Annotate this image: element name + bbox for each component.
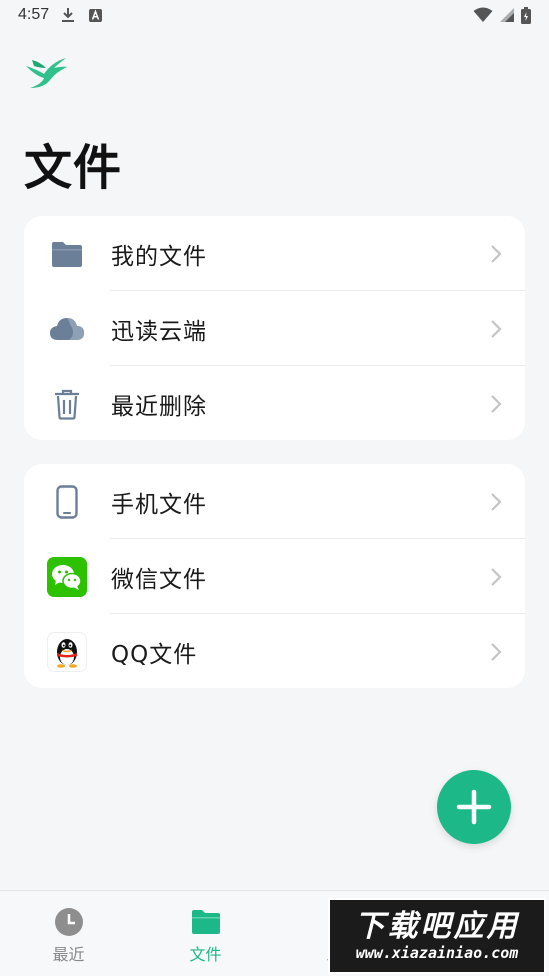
- list-item-phone-files[interactable]: 手机文件: [24, 464, 525, 539]
- list-item-label: 最近删除: [111, 393, 207, 420]
- notification-a-icon: [89, 8, 103, 22]
- watermark-url: www.xiazainiao.com: [355, 944, 519, 962]
- nav-item-label: 最近: [52, 945, 85, 964]
- chevron-right-icon: [491, 642, 502, 661]
- list-item-label: 我的文件: [111, 243, 207, 270]
- list-item-cloud[interactable]: 迅读云端: [24, 291, 525, 366]
- folder-icon: [191, 910, 220, 934]
- list-item-label: 手机文件: [111, 491, 207, 518]
- signal-icon: [500, 8, 514, 22]
- list-item-my-files[interactable]: 我的文件: [24, 216, 525, 291]
- watermark-title: 下载吧应用: [354, 909, 520, 944]
- trash-icon: [55, 389, 79, 420]
- list-item-label: QQ文件: [111, 641, 198, 668]
- files-card-sources: 手机文件 微信文件 QQ文件: [24, 464, 525, 688]
- list-item-label: 迅读云端: [111, 318, 207, 345]
- chevron-right-icon: [491, 319, 502, 338]
- app-logo-icon: [26, 58, 67, 88]
- chevron-right-icon: [491, 244, 502, 263]
- page-title: 文件: [24, 140, 123, 196]
- qq-icon: [47, 631, 87, 672]
- list-item-wechat-files[interactable]: 微信文件: [24, 539, 525, 614]
- clock-icon: [54, 908, 83, 936]
- wifi-icon: [473, 7, 493, 22]
- chevron-right-icon: [491, 567, 502, 586]
- nav-item-recent[interactable]: 最近: [0, 891, 137, 976]
- files-card-primary: 我的文件 迅读云端 最近删除: [24, 216, 525, 440]
- phone-icon: [56, 484, 78, 519]
- folder-icon: [52, 241, 82, 267]
- list-item-label: 微信文件: [111, 566, 207, 593]
- wechat-icon: [47, 556, 87, 597]
- chevron-right-icon: [491, 394, 502, 413]
- status-time: 4:57: [18, 6, 50, 23]
- battery-icon: [521, 6, 531, 24]
- download-icon: [62, 8, 75, 22]
- nav-item-label: 文件: [189, 945, 222, 964]
- list-item-qq-files[interactable]: QQ文件: [24, 614, 525, 688]
- cloud-icon: [50, 317, 84, 340]
- list-item-recently-deleted[interactable]: 最近删除: [24, 366, 525, 440]
- chevron-right-icon: [491, 492, 502, 511]
- status-bar: 4:57: [0, 0, 549, 30]
- watermark-logo: 下载吧应用 www.xiazainiao.com: [328, 898, 546, 974]
- nav-item-files[interactable]: 文件: [137, 891, 274, 976]
- add-button[interactable]: [437, 770, 511, 844]
- plus-icon: [456, 789, 492, 825]
